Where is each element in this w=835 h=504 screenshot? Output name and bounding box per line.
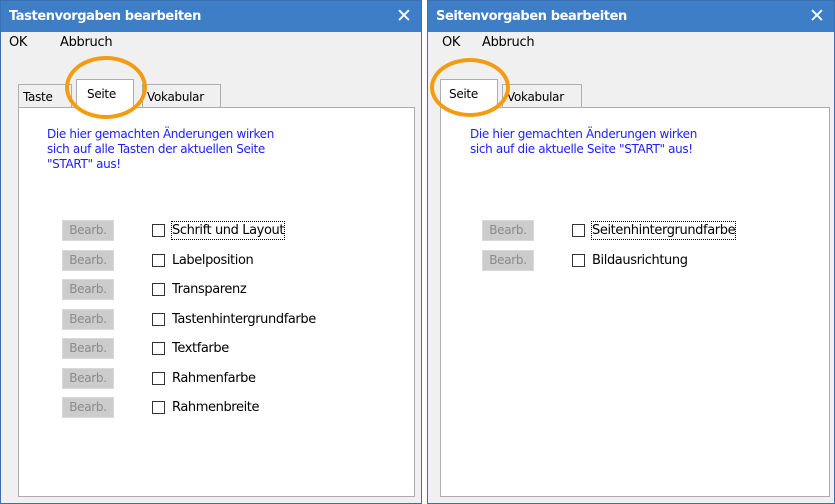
option-checkbox[interactable] bbox=[572, 224, 585, 237]
option-label[interactable]: Labelposition bbox=[172, 252, 254, 269]
info-text: Die hier gemachten Änderungen wirken sic… bbox=[470, 127, 697, 156]
menu-cancel[interactable]: Abbruch bbox=[482, 32, 535, 54]
menu-cancel[interactable]: Abbruch bbox=[60, 32, 113, 54]
edit-button[interactable]: Bearb. bbox=[62, 308, 114, 330]
edit-button[interactable]: Bearb. bbox=[62, 367, 114, 389]
option-label[interactable]: Bildausrichtung bbox=[592, 252, 688, 269]
option-label[interactable]: Rahmenbreite bbox=[172, 399, 259, 416]
menu-ok[interactable]: OK bbox=[442, 32, 460, 54]
tab-taste[interactable]: Taste bbox=[18, 84, 72, 108]
edit-button[interactable]: Bearb. bbox=[62, 279, 114, 300]
title-bar: Seitenvorgaben bearbeiten ✕ bbox=[428, 1, 834, 32]
edit-button[interactable]: Bearb. bbox=[62, 338, 114, 359]
option-label[interactable]: Tastenhintergrundfarbe bbox=[172, 311, 316, 328]
option-label[interactable]: Schrift und Layout bbox=[170, 221, 286, 240]
edit-button[interactable]: Bearb. bbox=[62, 397, 114, 418]
edit-button[interactable]: Bearb. bbox=[62, 220, 114, 241]
option-label[interactable]: Rahmenfarbe bbox=[172, 370, 256, 387]
close-icon[interactable]: ✕ bbox=[800, 1, 834, 32]
option-checkbox[interactable] bbox=[572, 253, 585, 267]
page-defaults-dialog: Seitenvorgaben bearbeiten ✕ OK Abbruch S… bbox=[427, 0, 835, 504]
option-checkbox[interactable] bbox=[152, 283, 165, 296]
edit-button[interactable]: Bearb. bbox=[482, 249, 534, 271]
close-icon[interactable]: ✕ bbox=[387, 1, 421, 32]
option-label[interactable]: Transparenz bbox=[172, 281, 247, 298]
tab-vokabular[interactable]: Vokabular bbox=[142, 84, 221, 108]
window-title: Tastenvorgaben bearbeiten bbox=[9, 9, 201, 24]
option-checkbox[interactable] bbox=[152, 371, 165, 385]
option-checkbox[interactable] bbox=[152, 224, 165, 237]
info-text: Die hier gemachten Änderungen wirken sic… bbox=[47, 127, 274, 171]
window-title: Seitenvorgaben bearbeiten bbox=[436, 9, 627, 24]
tab-seite[interactable]: Seite bbox=[440, 79, 498, 108]
option-checkbox[interactable] bbox=[152, 253, 165, 267]
tab-panel bbox=[440, 107, 830, 497]
tab-seite[interactable]: Seite bbox=[76, 79, 134, 108]
edit-button[interactable]: Bearb. bbox=[62, 249, 114, 271]
option-label[interactable]: Textfarbe bbox=[172, 340, 229, 357]
option-checkbox[interactable] bbox=[152, 342, 165, 355]
menu-bar: OK Abbruch bbox=[1, 32, 421, 54]
option-checkbox[interactable] bbox=[152, 401, 165, 414]
menu-bar: OK Abbruch bbox=[428, 32, 834, 54]
option-checkbox[interactable] bbox=[152, 312, 165, 326]
option-label[interactable]: Seitenhintergrundfarbe bbox=[590, 221, 737, 240]
title-bar: Tastenvorgaben bearbeiten ✕ bbox=[1, 1, 421, 32]
edit-button[interactable]: Bearb. bbox=[482, 220, 534, 241]
menu-ok[interactable]: OK bbox=[9, 32, 27, 54]
key-defaults-dialog: Tastenvorgaben bearbeiten ✕ OK Abbruch T… bbox=[0, 0, 422, 504]
tab-vokabular[interactable]: Vokabular bbox=[502, 84, 582, 108]
